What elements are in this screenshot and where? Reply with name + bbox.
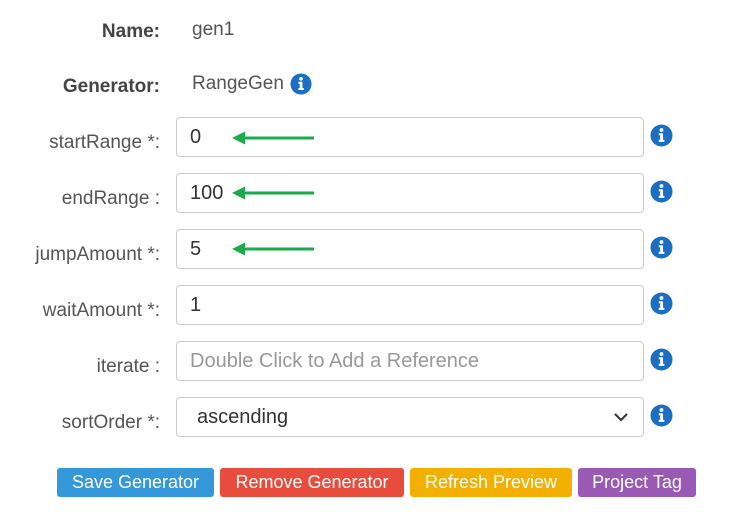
name-value: gen1 [192,19,234,41]
annotation-arrow [232,242,314,256]
remove-generator-button[interactable]: Remove Generator [220,468,404,497]
generator-value-text: RangeGen [192,73,284,94]
sort-order-select[interactable]: ascending [176,397,644,437]
iterate-label: iterate : [96,356,160,377]
iterate-info-icon[interactable] [650,348,673,371]
name-label: Name: [101,21,160,42]
start-range-info-icon[interactable] [650,124,673,147]
start-range-label: startRange *: [49,132,160,153]
generator-value: RangeGen [192,73,312,95]
wait-amount-input[interactable] [176,285,644,325]
end-range-label: endRange : [61,188,160,209]
generator-label: Generator: [62,76,160,97]
end-range-info-icon[interactable] [650,180,673,203]
sort-order-info-icon[interactable] [650,404,673,427]
wait-amount-label: waitAmount *: [42,300,160,321]
info-icon[interactable] [290,73,312,95]
jump-amount-info-icon[interactable] [650,236,673,259]
chevron-down-icon [614,413,628,421]
jump-amount-label: jumpAmount *: [35,244,160,265]
iterate-input[interactable] [176,341,644,381]
annotation-arrow [232,131,314,145]
sort-order-value: ascending [197,405,289,428]
wait-amount-info-icon[interactable] [650,292,673,315]
name-value-text: gen1 [192,19,235,40]
save-generator-button[interactable]: Save Generator [57,468,214,497]
project-tag-button[interactable]: Project Tag [578,468,696,497]
refresh-preview-button[interactable]: Refresh Preview [410,468,572,497]
annotation-arrow [232,186,314,200]
sort-order-label: sortOrder *: [61,412,160,433]
